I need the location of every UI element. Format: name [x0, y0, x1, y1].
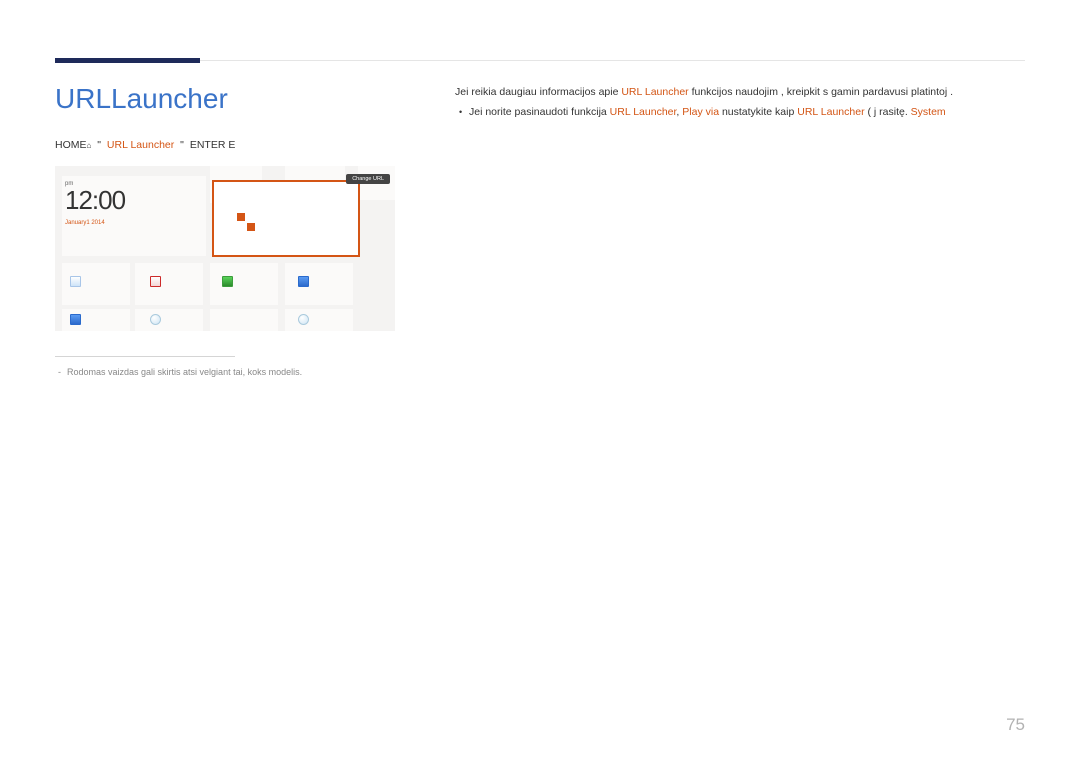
page-number: 75: [1006, 715, 1025, 735]
nav-sep-1: ": [94, 139, 104, 151]
nav-sep-2: ": [177, 139, 187, 151]
device-screenshot: Change URL: [55, 166, 395, 331]
clock: pm 12:00 January1 2014: [65, 181, 125, 226]
time: 12:00: [65, 185, 125, 216]
body-text-accent: URL Launcher: [610, 106, 677, 118]
body-text: funkcijos naudojim , kreipkit s gamin pa…: [689, 86, 953, 98]
nav-enter: ENTER E: [190, 139, 236, 151]
body-text: ( j rasitę.: [865, 106, 911, 118]
date: January1 2014: [65, 220, 125, 226]
app-icon: [222, 276, 233, 287]
body-text-accent: Play via: [682, 106, 719, 118]
section-title: URLLauncher: [55, 83, 425, 115]
nav-home: HOME: [55, 139, 87, 151]
page-top-rule: [55, 60, 1025, 61]
body-text-accent: System: [911, 106, 946, 118]
change-url-button: Change URL: [346, 174, 390, 184]
section-color-bar: [55, 58, 200, 63]
body-paragraph: Jei reikia daugiau informacijos apie URL…: [455, 83, 1025, 103]
body-text-accent: URL Launcher: [797, 106, 864, 118]
nav-url-launcher: URL Launcher: [107, 139, 174, 151]
screenshot-note: Rodomas vaizdas gali skirtis atsi velgia…: [55, 367, 425, 377]
body-text-accent: URL Launcher: [621, 86, 688, 98]
breadcrumb: HOME⌂ " URL Launcher " ENTER E: [55, 139, 425, 151]
app-icon: [70, 276, 81, 287]
app-icon: [298, 276, 309, 287]
body-bullet: Jei norite pasinaudoti funkcija URL Laun…: [455, 103, 1025, 123]
selected-tile: [212, 180, 360, 257]
app-icon: [70, 314, 81, 325]
note-separator: [55, 356, 235, 357]
body-text: nustatykite kaip: [719, 106, 797, 118]
app-icon: [150, 276, 161, 287]
app-icon: [298, 314, 309, 325]
body-text: Jei reikia daugiau informacijos apie: [455, 86, 621, 98]
app-icon: [150, 314, 161, 325]
body-text: Jei norite pasinaudoti funkcija: [469, 106, 610, 118]
